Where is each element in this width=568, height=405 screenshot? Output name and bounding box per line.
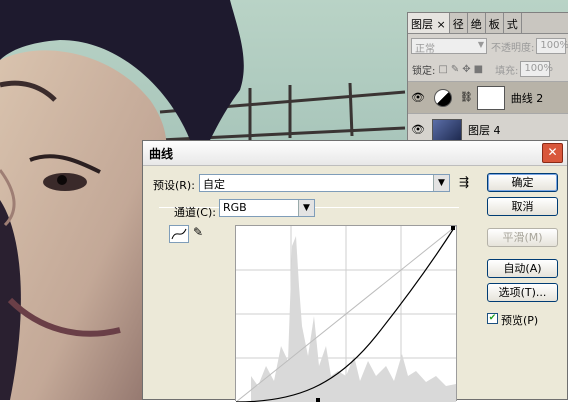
close-button[interactable]: ✕	[542, 143, 563, 163]
adjustment-layer-icon	[434, 88, 452, 107]
smooth-button: 平滑(M)	[487, 228, 558, 247]
lock-row: 锁定: □ ✎ ✥ ■ 填充: 100%	[408, 58, 568, 80]
chevron-down-icon: ▼	[298, 200, 314, 216]
lock-all-icon[interactable]: ■	[474, 64, 483, 75]
layer-thumbnail	[432, 118, 462, 141]
cancel-button[interactable]: 取消	[487, 197, 558, 216]
preview-checkbox[interactable]: ✔	[487, 313, 498, 324]
curves-svg	[235, 225, 457, 403]
preset-value: 自定	[203, 178, 225, 191]
options-button[interactable]: 选项(T)...	[487, 283, 558, 302]
blend-row: 正常 ▼ 不透明度: 100%	[408, 35, 568, 57]
auto-button[interactable]: 自动(A)	[487, 259, 558, 278]
layer-name: 图层 4	[468, 123, 501, 137]
fill-label: 填充:	[495, 65, 519, 77]
fill-input[interactable]: 100%	[520, 61, 553, 77]
tab-history[interactable]: 板	[486, 13, 504, 33]
curve-point[interactable]	[316, 398, 320, 402]
blend-mode-dropdown[interactable]: 正常 ▼	[411, 38, 487, 55]
lock-brush-icon[interactable]: ✎	[451, 64, 459, 75]
preset-dropdown[interactable]: 自定 ▼	[199, 174, 450, 192]
link-icon: ⛓	[460, 92, 473, 103]
curve-icon	[171, 228, 187, 240]
preset-options-icon[interactable]: ⇶	[459, 175, 469, 189]
preview-label: 预览(P)	[501, 314, 539, 327]
ok-button[interactable]: 确定	[487, 173, 558, 192]
eye-icon[interactable]: 👁	[408, 91, 428, 104]
tab-channels-partial[interactable]: 径	[450, 13, 468, 33]
curves-dialog: 曲线 ✕ 预设(R): 自定 ▼ ⇶ 通道(C): RGB ▼ ✎ 确定 取消 …	[142, 140, 568, 403]
layers-panel-tabs: 图层 × 径 绝 板 式	[408, 13, 568, 34]
lock-transparent-icon[interactable]: □	[438, 64, 447, 75]
opacity-label: 不透明度:	[491, 42, 535, 54]
tab-paths[interactable]: 绝	[468, 13, 486, 33]
preset-label: 预设(R):	[153, 179, 195, 192]
curve-point[interactable]	[451, 226, 455, 230]
pencil-icon[interactable]: ✎	[193, 225, 203, 239]
blend-mode-value: 正常	[415, 44, 435, 55]
lock-label: 锁定:	[412, 65, 436, 77]
layers-panel: 图层 × 径 绝 板 式 正常 ▼ 不透明度: 100% 锁定: □ ✎ ✥ ■…	[407, 12, 568, 152]
dialog-title: 曲线	[149, 147, 174, 161]
eye-icon[interactable]: 👁	[408, 123, 428, 136]
tab-layers[interactable]: 图层 ×	[408, 13, 450, 33]
channel-label: 通道(C):	[174, 206, 216, 219]
channel-value: RGB	[223, 201, 247, 214]
channel-dropdown[interactable]: RGB ▼	[219, 199, 315, 217]
histogram	[251, 236, 456, 402]
curve-edit-tool[interactable]	[169, 225, 189, 243]
curves-graph[interactable]	[235, 225, 457, 403]
opacity-input[interactable]: 100%	[536, 38, 568, 54]
layer-name: 曲线 2	[510, 91, 544, 105]
chevron-down-icon: ▼	[433, 175, 449, 191]
dialog-titlebar: 曲线 ✕	[143, 141, 567, 166]
chevron-down-icon: ▼	[477, 40, 484, 49]
lock-move-icon[interactable]: ✥	[462, 64, 470, 75]
tab-styles[interactable]: 式	[504, 13, 522, 33]
layer-row-curves[interactable]: 👁 ⛓ 曲线 2	[408, 81, 568, 113]
layer-mask-thumbnail	[476, 85, 505, 110]
